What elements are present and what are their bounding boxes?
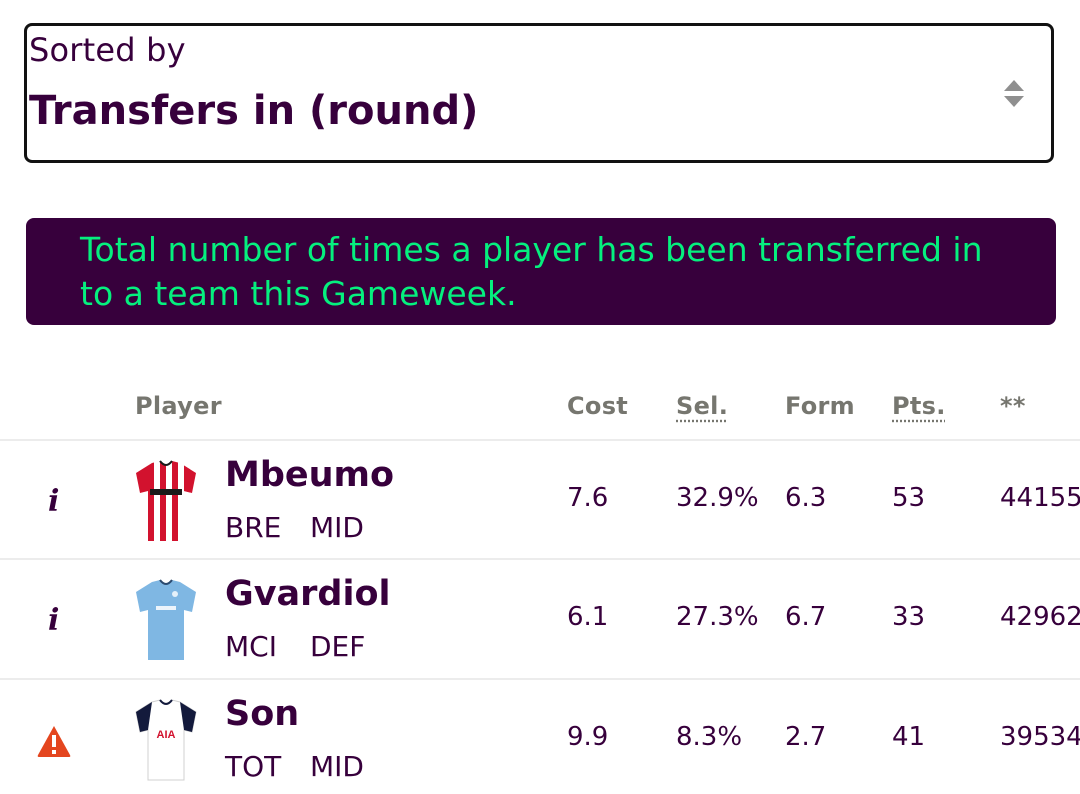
warning-icon[interactable]	[36, 724, 72, 758]
brentford-shirt-icon[interactable]	[134, 459, 198, 543]
table-row[interactable]: i Mbeumo BRE MID 7.6 32.9% 6.3 53 44155	[0, 439, 1080, 558]
info-banner: Total number of times a player has been …	[26, 218, 1056, 325]
svg-text:AIA: AIA	[157, 729, 176, 741]
header-player: Player	[135, 392, 222, 420]
transfers-in-value: 429620	[1000, 602, 1080, 632]
sort-caption: Sorted by	[29, 31, 186, 69]
player-name[interactable]: Gvardiol	[225, 574, 391, 614]
cost-value: 7.6	[567, 483, 609, 513]
selected-value: 8.3%	[676, 722, 743, 752]
cost-value: 6.1	[567, 602, 609, 632]
points-value: 33	[892, 602, 926, 632]
cost-value: 9.9	[567, 722, 609, 752]
player-team: TOT	[225, 750, 282, 783]
transfers-in-value: 395342	[1000, 722, 1080, 752]
player-team: MCI	[225, 630, 277, 663]
player-name[interactable]: Son	[225, 694, 299, 734]
table-row[interactable]: i Gvardiol MCI DEF 6.1 27.3% 6.7 33 4296…	[0, 558, 1080, 677]
header-pts[interactable]: Pts.	[892, 392, 946, 420]
player-position: MID	[310, 750, 364, 783]
transfers-in-value: 441559	[1000, 483, 1080, 513]
points-value: 41	[892, 722, 926, 752]
player-name[interactable]: Mbeumo	[225, 455, 394, 495]
sort-value: Transfers in (round)	[29, 88, 479, 134]
points-value: 53	[892, 483, 926, 513]
info-icon[interactable]: i	[36, 604, 72, 638]
header-sel[interactable]: Sel.	[676, 392, 728, 420]
player-position: DEF	[310, 630, 366, 663]
tottenham-shirt-icon[interactable]: AIA	[134, 698, 198, 782]
selected-value: 32.9%	[676, 483, 759, 513]
table-row[interactable]: AIA Son TOT MID 9.9 8.3% 2.7 41 395342	[0, 678, 1080, 794]
player-position: MID	[310, 511, 364, 544]
man-city-shirt-icon[interactable]	[134, 578, 198, 662]
player-team: BRE	[225, 511, 282, 544]
info-icon[interactable]: i	[36, 485, 72, 519]
form-value: 2.7	[785, 722, 827, 752]
sort-arrows-icon	[1004, 80, 1024, 107]
header-form: Form	[785, 392, 855, 420]
header-stat: **	[1000, 392, 1026, 420]
table-header: Player Cost Sel. Form Pts. **	[0, 380, 1080, 438]
sort-select[interactable]: Sorted by Transfers in (round)	[24, 23, 1054, 163]
header-cost: Cost	[567, 392, 629, 420]
form-value: 6.3	[785, 483, 827, 513]
selected-value: 27.3%	[676, 602, 759, 632]
info-banner-text: Total number of times a player has been …	[80, 230, 983, 313]
form-value: 6.7	[785, 602, 827, 632]
